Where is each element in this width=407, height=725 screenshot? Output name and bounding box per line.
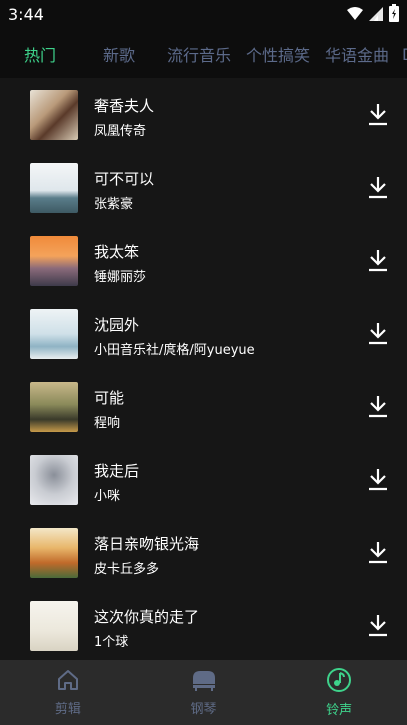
album-cover (30, 236, 78, 286)
bottom-navigation: 剪辑 钢琴 铃声 (0, 660, 407, 725)
song-artist: 张紫豪 (94, 197, 134, 212)
music-note-icon (326, 667, 352, 697)
song-artist: 小咪 (94, 489, 121, 504)
signal-icon (369, 6, 383, 25)
song-artist: 程响 (94, 416, 121, 431)
song-title: 我走后 (94, 462, 140, 480)
wifi-icon (347, 6, 363, 25)
status-time: 3:44 (8, 5, 44, 24)
song-row[interactable]: 落日亲吻银光海 皮卡丘多多 (0, 516, 407, 588)
tab-pop-music[interactable]: 流行音乐 (167, 42, 231, 66)
nav-ringtone[interactable]: 铃声 (271, 660, 407, 725)
status-icons (347, 4, 399, 26)
song-title: 这次你真的走了 (94, 608, 200, 626)
song-artist: 1个球 (94, 635, 129, 650)
tab-hot[interactable]: 热门 (24, 42, 56, 66)
song-list: 奢香夫人 凤凰传奇 可不可以 张紫豪 我太笨 锤娜丽莎 沈园外 小田音乐社/庹格… (0, 78, 407, 660)
album-cover (30, 528, 78, 578)
album-cover (30, 309, 78, 359)
song-artist: 凤凰传奇 (94, 124, 147, 139)
song-row[interactable]: 我太笨 锤娜丽莎 (0, 224, 407, 296)
song-artist: 锤娜丽莎 (94, 270, 147, 285)
song-artist: 小田音乐社/庹格/阿yueyue (94, 343, 255, 358)
download-icon[interactable] (367, 394, 389, 418)
download-icon[interactable] (367, 467, 389, 491)
tab-chinese-classics[interactable]: 华语金曲 (325, 42, 389, 66)
battery-icon (389, 4, 399, 26)
category-tabs: 热门 新歌 流行音乐 个性搞笑 华语金曲 D (0, 30, 407, 78)
download-icon[interactable] (367, 613, 389, 637)
download-icon[interactable] (367, 248, 389, 272)
song-artist: 皮卡丘多多 (94, 562, 160, 577)
song-title: 落日亲吻银光海 (94, 535, 200, 553)
nav-piano[interactable]: 钢琴 (136, 660, 272, 725)
nav-label: 钢琴 (190, 702, 217, 717)
nav-label: 铃声 (326, 703, 353, 718)
song-title: 可能 (94, 389, 125, 407)
song-row[interactable]: 我走后 小咪 (0, 443, 407, 515)
status-bar: 3:44 (0, 0, 407, 30)
album-cover (30, 455, 78, 505)
song-row[interactable]: 沈园外 小田音乐社/庹格/阿yueyue (0, 297, 407, 369)
download-icon[interactable] (367, 175, 389, 199)
download-icon[interactable] (367, 102, 389, 126)
nav-label: 剪辑 (54, 702, 81, 717)
song-title: 可不可以 (94, 170, 155, 188)
album-cover (30, 163, 78, 213)
song-row[interactable]: 可能 程响 (0, 370, 407, 442)
album-cover (30, 601, 78, 651)
tab-funny[interactable]: 个性搞笑 (246, 42, 310, 66)
tab-more[interactable]: D (402, 45, 407, 64)
song-title: 我太笨 (94, 243, 140, 261)
album-cover (30, 382, 78, 432)
nav-edit[interactable]: 剪辑 (0, 660, 136, 725)
download-icon[interactable] (367, 321, 389, 345)
home-icon (56, 668, 80, 696)
piano-icon (190, 668, 218, 696)
song-row[interactable]: 奢香夫人 凤凰传奇 (0, 78, 407, 150)
album-cover (30, 90, 78, 140)
download-icon[interactable] (367, 540, 389, 564)
tab-new-songs[interactable]: 新歌 (103, 42, 135, 66)
song-row[interactable]: 可不可以 张紫豪 (0, 151, 407, 223)
song-title: 沈园外 (94, 316, 140, 334)
song-title: 奢香夫人 (94, 97, 155, 115)
song-row[interactable]: 这次你真的走了 1个球 (0, 589, 407, 660)
